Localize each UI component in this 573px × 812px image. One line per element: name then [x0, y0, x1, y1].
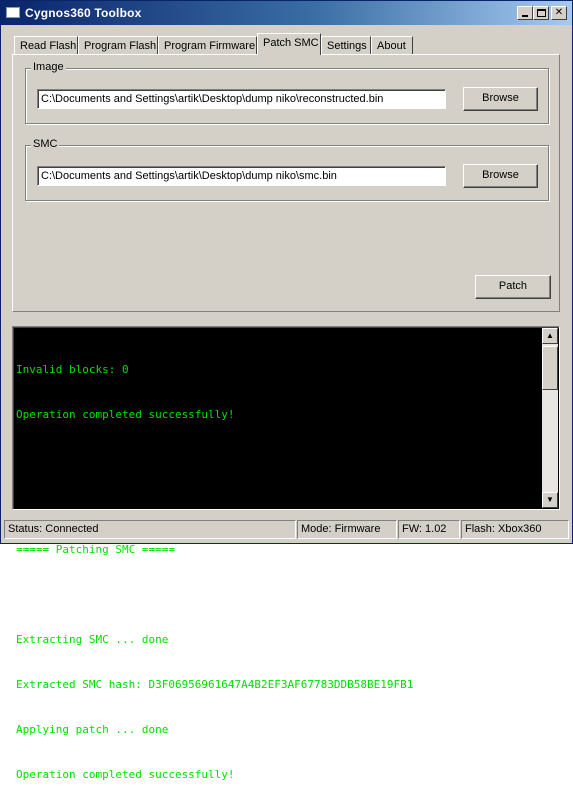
tab-program-flash[interactable]: Program Flash: [78, 36, 158, 55]
smc-group: SMC C:\Documents and Settings\artik\Desk…: [25, 138, 549, 201]
scroll-thumb[interactable]: [542, 346, 558, 390]
app-window: Cygnos360 Toolbox ✕ Read Flash Program F…: [0, 0, 573, 781]
image-path-field[interactable]: C:\Documents and Settings\artik\Desktop\…: [37, 89, 446, 109]
status-flash: Flash: Xbox360: [461, 520, 569, 539]
tab-settings[interactable]: Settings: [321, 36, 371, 55]
title-bar[interactable]: Cygnos360 Toolbox ✕: [1, 1, 572, 25]
image-group-label: Image: [31, 61, 66, 73]
status-connection: Status: Connected: [4, 520, 296, 539]
window-icon: [6, 7, 20, 18]
smc-browse-button[interactable]: Browse: [463, 164, 538, 188]
console-scrollbar[interactable]: ▲ ▼: [542, 328, 558, 508]
tab-read-flash[interactable]: Read Flash: [14, 36, 78, 55]
scroll-up-button[interactable]: ▲: [542, 328, 558, 344]
log-line: Operation completed successfully!: [16, 768, 235, 781]
log-line: Extracted SMC hash: D3F06956961647A4B2EF…: [16, 678, 414, 691]
smc-group-label: SMC: [31, 138, 60, 150]
patch-smc-panel: Image C:\Documents and Settings\artik\De…: [12, 54, 560, 312]
tab-about[interactable]: About: [371, 36, 413, 55]
patch-button[interactable]: Patch: [475, 275, 551, 299]
status-firmware-version: FW: 1.02: [398, 520, 460, 539]
status-mode: Mode: Firmware: [297, 520, 397, 539]
close-icon: ✕: [554, 7, 564, 18]
maximize-button[interactable]: [533, 6, 549, 20]
log-line: Invalid blocks: 0: [16, 363, 129, 376]
log-lines: Invalid blocks: 0 Operation completed su…: [16, 332, 541, 812]
log-line: Extracting SMC ... done: [16, 633, 169, 646]
minimize-button[interactable]: [517, 6, 533, 20]
smc-path-field[interactable]: C:\Documents and Settings\artik\Desktop\…: [37, 166, 446, 186]
image-browse-button[interactable]: Browse: [463, 87, 538, 111]
log-line: ===== Patching SMC =====: [16, 543, 175, 556]
maximize-icon: [537, 9, 546, 17]
log-line: Operation completed successfully!: [16, 408, 235, 421]
status-bar: Status: Connected Mode: Firmware FW: 1.0…: [2, 519, 571, 541]
arrow-down-icon: ▼: [546, 495, 554, 504]
scroll-down-button[interactable]: ▼: [542, 492, 558, 508]
log-line: Applying patch ... done: [16, 723, 169, 736]
image-group: Image C:\Documents and Settings\artik\De…: [25, 61, 549, 124]
tab-patch-smc[interactable]: Patch SMC: [257, 33, 321, 55]
window-title: Cygnos360 Toolbox: [25, 6, 142, 20]
close-button[interactable]: ✕: [551, 6, 567, 20]
arrow-up-icon: ▲: [546, 331, 554, 340]
minimize-icon: [522, 15, 528, 17]
log-console[interactable]: Invalid blocks: 0 Operation completed su…: [12, 326, 560, 781]
tab-program-firmware[interactable]: Program Firmware: [158, 36, 257, 55]
